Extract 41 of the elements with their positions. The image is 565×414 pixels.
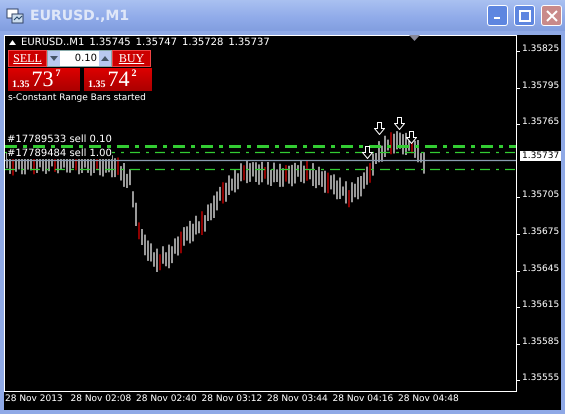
- time-label: 28 Nov 04:48: [397, 394, 460, 406]
- window-title: EURUSD.,M1: [30, 8, 130, 24]
- down-arrow-icon: [394, 117, 405, 130]
- shift-marker-icon[interactable]: [409, 35, 420, 41]
- symbol-label: EURUSD..M1: [21, 37, 84, 48]
- time-label: 28 Nov 02:40: [135, 394, 198, 406]
- close-icon: [546, 10, 558, 22]
- lot-field[interactable]: 0.10: [47, 50, 112, 67]
- maximize-button[interactable]: [514, 5, 535, 26]
- down-arrow-icon: [406, 131, 417, 144]
- price-label: 1.35705: [522, 190, 560, 200]
- order-label: #17789533 sell 0.10: [7, 134, 112, 145]
- price-label: 1.35825: [522, 44, 560, 54]
- price-label: 1.35585: [522, 336, 560, 347]
- price-label: 1.35615: [522, 300, 560, 310]
- collapse-icon[interactable]: [9, 40, 16, 45]
- maximize-icon: [518, 10, 530, 22]
- time-label: 28 Nov 04:16: [332, 394, 394, 406]
- price-label: 1.35765: [522, 117, 560, 128]
- price-label: 1.35795: [522, 80, 560, 91]
- status-text: s-Constant Range Bars started: [8, 93, 146, 103]
- close-button[interactable]: [541, 5, 562, 26]
- chart-window-icon: [6, 8, 24, 24]
- order-label: #17789484 sell 1.00: [7, 148, 112, 159]
- ohlc-value: 1.35728: [182, 37, 224, 48]
- ohlc-value: 1.35745: [89, 37, 131, 48]
- price-label: 1.35645: [522, 264, 560, 274]
- time-label: 28 Nov 03:12: [200, 394, 264, 406]
- down-arrow-icon: [362, 146, 373, 159]
- down-arrow-icon: [374, 122, 385, 135]
- time-label: 28 Nov 03:44: [266, 394, 329, 406]
- buy-button[interactable]: BUY: [112, 50, 151, 67]
- time-label: 28 Nov 2013: [4, 394, 64, 406]
- current-price-label: 1.35737: [520, 151, 562, 162]
- ohlc-value: 1.35747: [136, 37, 178, 48]
- ohlc-value: 1.35737: [228, 37, 270, 48]
- sell-button[interactable]: SELL: [8, 50, 47, 67]
- price-label: 1.35555: [522, 373, 560, 384]
- price-label: 1.35675: [522, 227, 560, 237]
- time-label: 28 Nov 02:08: [70, 394, 132, 406]
- minimize-button[interactable]: [487, 5, 508, 26]
